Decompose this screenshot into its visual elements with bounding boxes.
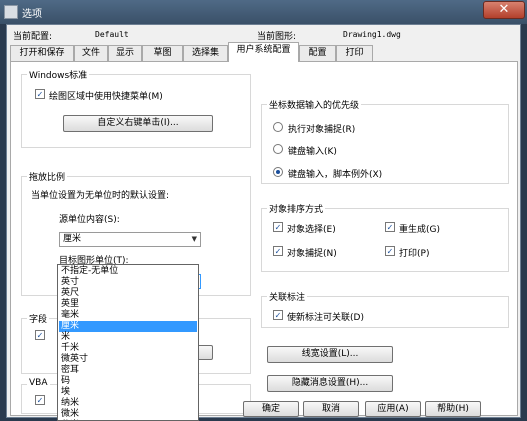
profile-value: Default — [95, 30, 129, 39]
windows-standard-group — [21, 74, 251, 148]
fields-checkbox[interactable]: ✓ — [35, 330, 45, 340]
cancel-button[interactable]: 取消 — [303, 401, 359, 417]
tab-profiles[interactable]: 配置 — [299, 45, 336, 61]
dropdown-item-yards[interactable]: 码 — [59, 376, 197, 387]
lineweight-settings-button[interactable]: 线宽设置(L)... — [267, 346, 393, 363]
assoc-dim-label: 使新标注可关联(D) — [287, 313, 364, 323]
radio-keyboard-except-scripts-label: 键盘输入，脚本例外(X) — [288, 170, 383, 180]
customize-right-click-button[interactable]: 自定义右键单击(I)... — [63, 115, 213, 132]
radio-keyboard-entry-label: 键盘输入(K) — [288, 147, 337, 157]
drag-scale-description: 当单位设置为无单位时的默认设置: — [31, 191, 170, 201]
sort-object-selection-label: 对象选择(E) — [287, 225, 336, 235]
assoc-dim-checkbox[interactable]: ✓ — [273, 310, 283, 320]
fields-title: 字段 — [27, 312, 50, 325]
dropdown-item-angstroms[interactable]: 埃 — [59, 387, 197, 398]
target-units-dropdown[interactable]: 不指定-无单位 英寸 英尺 英里 毫米 厘米 米 千米 微英寸 密耳 码 埃 纳… — [57, 264, 199, 421]
windows-standard-title: Windows标准 — [27, 68, 90, 81]
shortcut-menu-label: 绘图区域中使用快捷菜单(M) — [49, 92, 163, 102]
dropdown-item-miles[interactable]: 英里 — [59, 299, 197, 310]
dropdown-item-microinches[interactable]: 微英寸 — [59, 354, 197, 365]
object-sort-title: 对象排序方式 — [267, 202, 326, 215]
dropdown-item-feet[interactable]: 英尺 — [59, 288, 197, 299]
dropdown-item-millimeters[interactable]: 毫米 — [59, 310, 197, 321]
tab-selection[interactable]: 选择集 — [183, 45, 228, 61]
help-button[interactable]: 帮助(H) — [425, 401, 481, 417]
source-units-combo[interactable]: 厘米 ▼ — [59, 232, 201, 247]
drawing-value: Drawing1.dwg — [343, 30, 401, 39]
radio-object-snap-label: 执行对象捕捉(R) — [288, 125, 356, 135]
window-title: 选项 — [22, 9, 42, 20]
vba-title: VBA — [27, 378, 50, 388]
radio-keyboard-entry[interactable] — [273, 144, 283, 154]
drag-scale-title: 拖放比例 — [27, 170, 68, 183]
dropdown-item-microns[interactable]: 微米 — [59, 409, 197, 420]
ok-button[interactable]: 确定 — [243, 401, 299, 417]
dropdown-item-meters[interactable]: 米 — [59, 332, 197, 343]
source-units-value: 厘米 — [63, 234, 82, 244]
tab-drafting[interactable]: 草图 — [142, 45, 183, 61]
title-bar: 选项 ✕ — [0, 0, 527, 24]
dropdown-item-unitless[interactable]: 不指定-无单位 — [59, 266, 197, 277]
object-sort-group — [261, 208, 509, 272]
coord-priority-title: 坐标数据输入的优先级 — [267, 98, 362, 111]
dropdown-item-nanometers[interactable]: 纳米 — [59, 398, 197, 409]
radio-keyboard-except-scripts[interactable] — [273, 167, 283, 177]
shortcut-menu-checkbox[interactable]: ✓ — [35, 89, 45, 99]
chevron-down-icon: ▼ — [191, 235, 197, 243]
radio-object-snap[interactable] — [273, 122, 283, 132]
close-button[interactable]: ✕ — [483, 1, 525, 19]
sort-object-selection-checkbox[interactable]: ✓ — [273, 222, 283, 232]
app-icon — [4, 5, 18, 19]
assoc-dim-title: 关联标注 — [267, 290, 308, 303]
dropdown-item-mils[interactable]: 密耳 — [59, 365, 197, 376]
hide-messages-button[interactable]: 隐藏消息设置(H)... — [267, 375, 393, 392]
drawing-label: 当前图形: — [257, 32, 297, 42]
sort-object-snap-checkbox[interactable]: ✓ — [273, 246, 283, 256]
apply-button[interactable]: 应用(A) — [365, 401, 421, 417]
source-units-label: 源单位内容(S): — [59, 215, 120, 225]
dropdown-item-centimeters[interactable]: 厘米 — [59, 321, 197, 332]
profile-label: 当前配置: — [13, 32, 53, 42]
tab-plot[interactable]: 打印 — [336, 45, 373, 61]
sort-regen-label: 重生成(G) — [399, 225, 440, 235]
sort-plot-checkbox[interactable]: ✓ — [385, 246, 395, 256]
sort-plot-label: 打印(P) — [399, 249, 430, 259]
sort-object-snap-label: 对象捕捉(N) — [287, 249, 337, 259]
tab-display[interactable]: 显示 — [108, 45, 142, 61]
dropdown-item-kilometers[interactable]: 千米 — [59, 343, 197, 354]
vba-checkbox[interactable]: ✓ — [35, 395, 45, 405]
tab-files[interactable]: 文件 — [74, 45, 108, 61]
tab-open-save[interactable]: 打开和保存 — [10, 45, 74, 61]
tab-user-preferences[interactable]: 用户系统配置 — [228, 42, 299, 62]
sort-regen-checkbox[interactable]: ✓ — [385, 222, 395, 232]
dropdown-item-inches[interactable]: 英寸 — [59, 277, 197, 288]
